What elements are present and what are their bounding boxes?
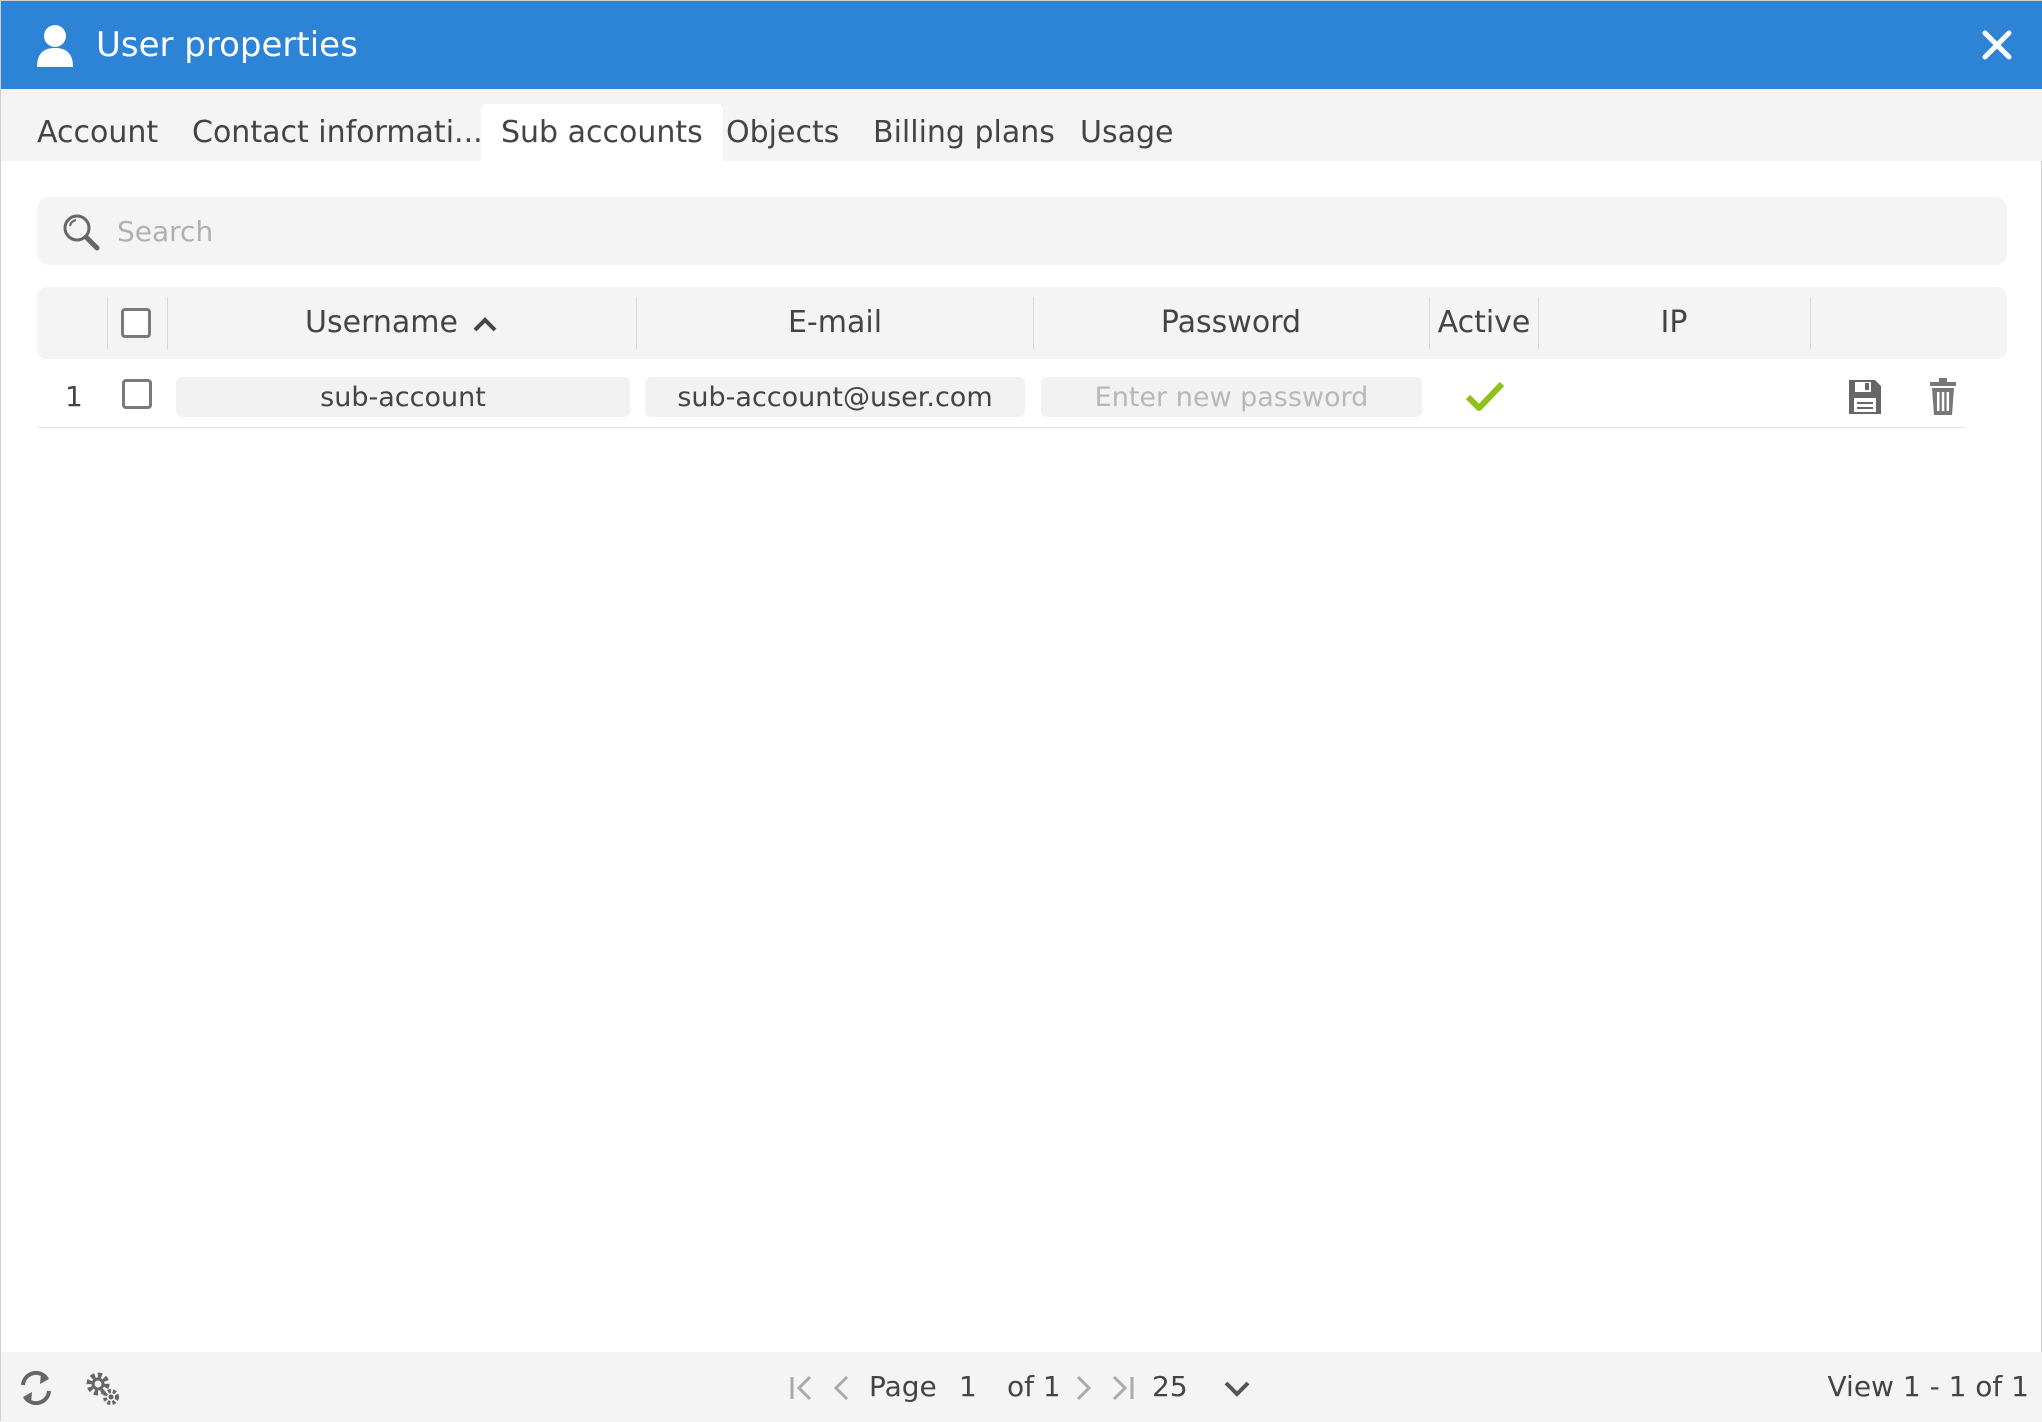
column-header-active[interactable]: Active [1430,287,1538,359]
user-properties-dialog: User properties Account Contact informat… [0,0,2042,1422]
column-header-username[interactable]: Username [168,287,635,359]
search-icon [63,214,100,251]
tab-bar: Account Contact informati... Sub account… [1,89,2042,161]
row-number: 1 [65,380,83,413]
first-page-icon[interactable] [788,1374,816,1402]
save-icon[interactable] [1847,378,1883,416]
active-check-icon[interactable] [1465,379,1505,413]
next-page-icon[interactable] [1069,1374,1097,1402]
page-size-select[interactable]: 25 [1152,1352,1188,1422]
settings-icon[interactable] [83,1369,121,1407]
tab-account[interactable]: Account [17,104,178,161]
tab-usage[interactable]: Usage [1060,104,1193,161]
close-icon[interactable] [1979,27,2015,63]
password-input[interactable] [1041,377,1422,417]
table-row: 1 [37,371,1965,428]
tab-contact-information[interactable]: Contact informati... [172,104,503,161]
page-number-input[interactable]: 1 [959,1352,977,1422]
chevron-down-icon[interactable] [1223,1374,1251,1402]
refresh-icon[interactable] [17,1369,55,1407]
view-records-text: View 1 - 1 of 1 [1827,1370,2029,1403]
page-label: Page [869,1370,937,1403]
last-page-icon[interactable] [1108,1374,1136,1402]
chevron-up-icon [473,316,497,331]
column-header-ip[interactable]: IP [1539,287,1809,359]
username-input[interactable] [176,377,630,417]
trash-icon[interactable] [1929,378,1957,416]
select-all-checkbox[interactable] [121,308,151,338]
search-bar [37,197,2007,265]
tab-objects[interactable]: Objects [706,104,859,161]
column-separator [1810,297,1811,349]
column-header-username-label: Username [305,305,458,340]
column-header-email[interactable]: E-mail [637,287,1033,359]
previous-page-icon[interactable] [828,1374,856,1402]
footer-bar: Page 1 of 1 25 View 1 - 1 of 1 [1,1352,2042,1422]
row-checkbox[interactable] [122,379,152,409]
tab-billing-plans[interactable]: Billing plans [853,104,1075,161]
title-bar: User properties [1,1,2042,89]
search-input[interactable] [117,206,1977,256]
tab-sub-accounts[interactable]: Sub accounts [481,104,723,161]
column-separator [107,297,108,349]
dialog-title: User properties [96,25,358,65]
user-icon [37,25,73,67]
table-header: Username E-mail Password Active IP [37,287,2007,359]
email-input[interactable] [645,377,1025,417]
page-total: of 1 [1007,1370,1061,1403]
column-header-password[interactable]: Password [1034,287,1428,359]
